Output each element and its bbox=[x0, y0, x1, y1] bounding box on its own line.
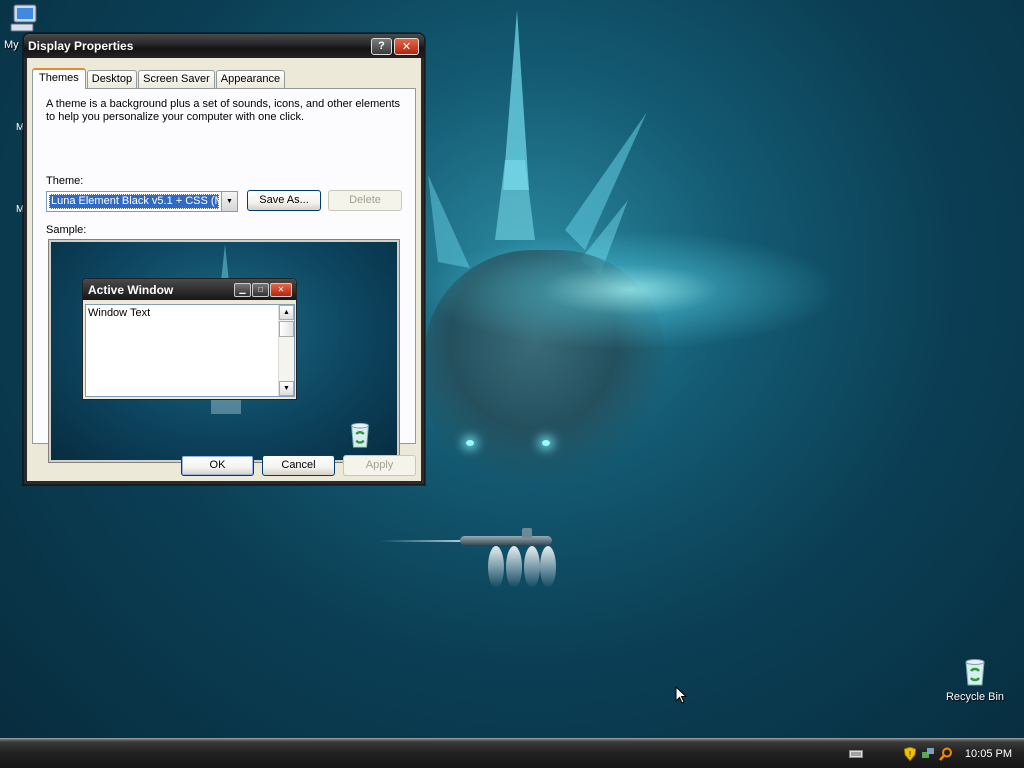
tab-themes[interactable]: Themes bbox=[32, 68, 86, 89]
theme-dropdown-value: Luna Element Black v5.1 + CSS (M bbox=[49, 194, 219, 209]
maximize-icon: □ bbox=[252, 282, 269, 297]
tab-screen-saver[interactable]: Screen Saver bbox=[138, 70, 215, 88]
wallpaper-submarine-tower bbox=[522, 528, 532, 538]
window-title: Display Properties bbox=[28, 39, 134, 53]
wallpaper-sub-wake bbox=[380, 540, 465, 542]
keyboard-icon[interactable] bbox=[848, 747, 863, 761]
scroll-thumb bbox=[279, 321, 294, 337]
wallpaper-light-beam bbox=[488, 546, 504, 588]
display-properties-window: Display Properties ? ✕ Themes Desktop Sc… bbox=[23, 33, 425, 485]
sample-active-window: Active Window ▁ □ ✕ Window Text ▲ ▼ bbox=[82, 278, 297, 400]
recycle-bin-icon bbox=[965, 659, 985, 686]
title-bar[interactable]: Display Properties ? ✕ bbox=[24, 34, 424, 58]
scroll-up-icon: ▲ bbox=[279, 305, 294, 320]
scroll-down-icon: ▼ bbox=[279, 381, 294, 396]
theme-sample-preview: Active Window ▁ □ ✕ Window Text ▲ ▼ bbox=[48, 239, 400, 463]
wallpaper-light-beam bbox=[506, 546, 522, 588]
wallpaper-eye-left bbox=[466, 440, 474, 446]
tab-desktop[interactable]: Desktop bbox=[86, 70, 138, 88]
apply-button[interactable]: Apply bbox=[343, 455, 416, 476]
sample-scrollbar: ▲ ▼ bbox=[278, 305, 294, 396]
cancel-button[interactable]: Cancel bbox=[262, 455, 335, 476]
sample-window-text: Window Text bbox=[88, 307, 151, 319]
close-icon: ✕ bbox=[270, 282, 292, 297]
theme-dropdown[interactable]: Luna Element Black v5.1 + CSS (M ▼ bbox=[46, 191, 238, 212]
themes-panel: A theme is a background plus a set of so… bbox=[32, 88, 416, 463]
help-button[interactable]: ? bbox=[371, 37, 392, 55]
save-as-button[interactable]: Save As... bbox=[247, 190, 321, 211]
mouse-cursor-icon bbox=[675, 686, 687, 704]
tab-strip: Themes Desktop Screen Saver Appearance bbox=[32, 68, 286, 89]
sample-title-bar: Active Window ▁ □ ✕ bbox=[83, 279, 296, 300]
sample-label: Sample: bbox=[46, 224, 87, 236]
themes-description: A theme is a background plus a set of so… bbox=[46, 98, 401, 123]
system-tray: ! 10:05 PM bbox=[848, 739, 1024, 768]
network-icon[interactable] bbox=[921, 747, 935, 761]
recycle-bin-icon bbox=[351, 422, 369, 448]
taskbar-clock[interactable]: 10:05 PM bbox=[965, 748, 1012, 760]
security-shield-icon[interactable]: ! bbox=[903, 747, 917, 761]
delete-button[interactable]: Delete bbox=[328, 190, 402, 211]
computer-icon bbox=[10, 4, 37, 32]
desktop-icon-recycle-bin[interactable]: Recycle Bin bbox=[940, 656, 1010, 703]
wallpaper-light-beam bbox=[524, 546, 540, 588]
taskbar: ! 10:05 PM bbox=[0, 738, 1024, 768]
desktop-icon-label: Recycle Bin bbox=[945, 691, 1005, 703]
chevron-down-icon[interactable]: ▼ bbox=[221, 192, 237, 211]
close-button[interactable]: ✕ bbox=[394, 37, 419, 55]
search-icon[interactable] bbox=[938, 747, 953, 761]
ok-button[interactable]: OK bbox=[181, 455, 254, 476]
tab-appearance[interactable]: Appearance bbox=[215, 70, 286, 88]
wallpaper-glow bbox=[420, 230, 840, 350]
svg-text:!: ! bbox=[909, 750, 911, 759]
sample-window-title: Active Window bbox=[88, 282, 174, 297]
wallpaper-submarine bbox=[460, 536, 552, 545]
sample-window-body: Window Text ▲ ▼ bbox=[85, 304, 295, 397]
wallpaper-eye-right bbox=[542, 440, 550, 446]
minimize-icon: ▁ bbox=[234, 282, 251, 297]
theme-label: Theme: bbox=[46, 175, 84, 187]
wallpaper-light-beam bbox=[540, 546, 556, 588]
